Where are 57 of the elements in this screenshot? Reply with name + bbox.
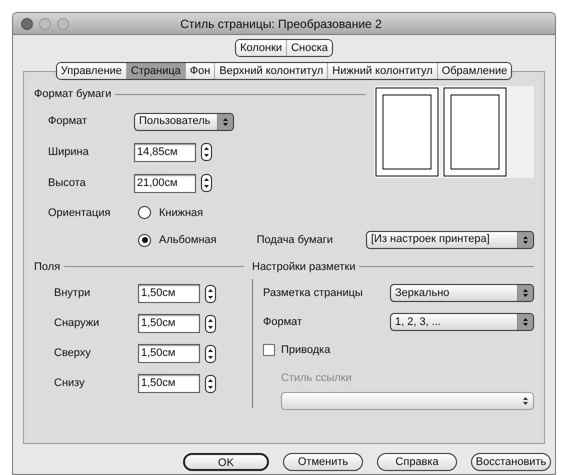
field-label: Формат bbox=[48, 114, 88, 130]
field-label: Подача бумаги bbox=[256, 233, 333, 248]
dialog-button[interactable]: Отменить bbox=[283, 453, 363, 471]
field-label: Разметка страницы bbox=[263, 286, 364, 301]
dropdown-arrows-icon bbox=[521, 234, 530, 246]
spinner-arrows-icon[interactable] bbox=[205, 284, 216, 302]
section-heading: Поля bbox=[34, 260, 60, 274]
dropdown-arrows-icon bbox=[221, 116, 230, 128]
field-label: Формат bbox=[263, 314, 304, 330]
tab[interactable]: Управление bbox=[56, 63, 126, 79]
dropdown-arrows-icon bbox=[521, 395, 530, 407]
input-field[interactable]: 1,50см bbox=[138, 284, 200, 303]
dropdown[interactable]: 1, 2, 3, ... bbox=[390, 313, 534, 331]
tab[interactable]: Обрамление bbox=[436, 63, 512, 79]
dropdown[interactable] bbox=[281, 392, 534, 410]
spinner-arrows-icon[interactable] bbox=[201, 143, 212, 161]
tab[interactable]: Нижний колонтитул bbox=[327, 63, 437, 79]
spinner-arrows-icon[interactable] bbox=[201, 174, 212, 192]
dialog-button[interactable]: Восстановить bbox=[471, 453, 551, 471]
input-field[interactable]: 14,85см bbox=[134, 142, 196, 162]
tab[interactable]: Колонки bbox=[236, 40, 286, 56]
field-label: Ориентация bbox=[48, 206, 112, 220]
radio-icon[interactable] bbox=[138, 234, 151, 247]
field-label: Высота bbox=[48, 176, 87, 191]
field-label: Снаружи bbox=[54, 316, 100, 332]
close-button[interactable] bbox=[21, 18, 33, 30]
checkbox-option[interactable]: Приводка bbox=[263, 342, 534, 358]
input-field[interactable]: 21,00см bbox=[134, 174, 196, 192]
dialog-button[interactable]: Справка bbox=[377, 453, 457, 471]
spinner-arrows-icon[interactable] bbox=[205, 344, 216, 362]
tab[interactable]: Верхний колонтитул bbox=[214, 63, 328, 79]
field-label: Сверху bbox=[54, 346, 92, 362]
section-heading: Формат бумаги bbox=[34, 87, 112, 102]
radio-option[interactable]: Книжная bbox=[138, 204, 217, 221]
field-label: Внутри bbox=[54, 286, 92, 302]
input-field[interactable]: 1,50см bbox=[138, 314, 200, 333]
dropdown[interactable]: Зеркально bbox=[390, 284, 534, 302]
spinner-arrows-icon[interactable] bbox=[205, 314, 216, 332]
dropdown-arrows-icon bbox=[521, 316, 530, 328]
field-label: Снизу bbox=[54, 376, 86, 392]
input-field[interactable]: 1,50см bbox=[138, 344, 200, 363]
tab[interactable]: Страница bbox=[126, 63, 185, 79]
field-label: Ширина bbox=[48, 144, 90, 160]
radio-option[interactable]: Альбомная bbox=[138, 232, 217, 248]
dropdown-arrows-icon bbox=[521, 287, 530, 299]
radio-icon[interactable] bbox=[138, 206, 151, 220]
dropdown[interactable]: [Из настроек принтера] bbox=[366, 230, 534, 248]
checkbox[interactable] bbox=[263, 344, 275, 356]
tab[interactable]: Сноска bbox=[286, 40, 332, 56]
section-heading: Настройки разметки bbox=[252, 260, 356, 274]
window-title: Стиль страницы: Преобразование 2 bbox=[179, 16, 383, 32]
field-label: Стиль ссылки bbox=[281, 370, 353, 386]
spinner-arrows-icon[interactable] bbox=[205, 374, 216, 392]
tab[interactable]: Фон bbox=[184, 63, 214, 79]
dialog-button[interactable]: OK bbox=[183, 453, 269, 471]
dropdown[interactable]: Пользователь bbox=[134, 112, 234, 130]
input-field[interactable]: 1,50см bbox=[138, 374, 200, 393]
